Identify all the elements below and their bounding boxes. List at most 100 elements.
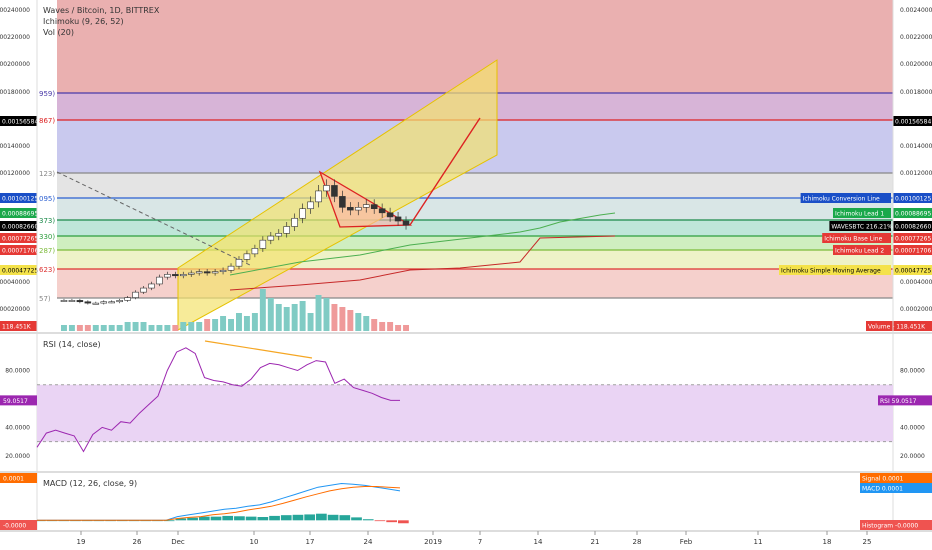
price-tick-right: 0.00120000 (900, 170, 932, 177)
volume-bar (108, 325, 115, 331)
volume-bar (275, 304, 282, 331)
x-tick-label: 7 (478, 538, 482, 546)
volume-bar (84, 325, 91, 331)
volume-bar (148, 325, 155, 331)
candle (339, 196, 346, 208)
macd-histogram-bar (222, 515, 234, 521)
volume-bar (347, 310, 354, 331)
x-tick-label: 14 (534, 538, 543, 546)
fib-label: 867) (39, 117, 55, 125)
x-tick-label: 18 (823, 538, 832, 546)
fib-label: 287) (39, 247, 55, 255)
candle (362, 204, 370, 208)
candle (378, 208, 386, 214)
volume-bar (68, 325, 75, 331)
candle (394, 216, 402, 222)
volume-bar (116, 325, 123, 331)
volume-bar (331, 304, 338, 331)
volume-bar (100, 325, 107, 331)
price-tick-right: 0.00180000 (900, 89, 932, 96)
fib-label: 623) (39, 266, 55, 274)
rsi-title[interactable]: RSI (14, close) (43, 339, 101, 350)
macd-line (37, 482, 401, 521)
macd-title[interactable]: MACD (12, 26, close, 9) (43, 478, 137, 489)
price-tick-left: 0.00220000 (0, 34, 30, 41)
candle (187, 272, 195, 275)
volume-bar (132, 322, 139, 331)
candle (132, 291, 139, 298)
volume-bar (259, 289, 266, 331)
volume-bar (124, 322, 131, 331)
volume-bar (156, 325, 163, 331)
rsi-tick-right: 20.0000 (900, 453, 925, 460)
x-tick-label: Feb (680, 538, 693, 546)
candle (156, 276, 163, 285)
price-tag-right: 0.00156584 (895, 119, 931, 126)
volume-bar (315, 295, 322, 331)
volume-bar (403, 325, 409, 331)
fib-label: 57) (39, 295, 51, 303)
macd-histogram-bar (245, 516, 257, 521)
fib-zone-4 (57, 198, 893, 220)
candle (315, 190, 322, 203)
x-tick-label: 25 (863, 538, 872, 546)
candle (275, 233, 283, 237)
rsi-tick-left: 80.0000 (5, 368, 30, 375)
fib-zone-3 (57, 173, 893, 198)
volume-tag-right: Volume - 118.451K (868, 324, 926, 331)
rsi-tick-right: 80.0000 (900, 368, 925, 375)
volume-bar (228, 319, 234, 331)
ichimoku-label[interactable]: Ichimoku (9, 26, 52) (43, 16, 159, 27)
volume-bar (323, 298, 330, 331)
x-tick-label: 10 (250, 538, 259, 546)
volume-bar (140, 322, 147, 331)
volume-bar (283, 307, 290, 331)
volume-tag-left: 118.451K (2, 324, 32, 331)
candle (331, 185, 338, 197)
volume-bar (204, 319, 211, 331)
macd-histogram-bar (316, 513, 327, 521)
candle (219, 269, 227, 272)
volume-bar (395, 325, 402, 331)
macd-histogram-bar (351, 517, 362, 521)
fib-zone-6 (57, 236, 893, 250)
volume-bar (164, 325, 171, 331)
chart-canvas: 959) 867) 123) 095) 373) 330) 287) 623) 57) 0.002… (0, 0, 932, 546)
rsi-tick-right: 40.0000 (900, 424, 925, 431)
volume-bar (92, 325, 99, 331)
candle (108, 301, 115, 304)
volume-label[interactable]: Vol (20) (43, 27, 159, 38)
x-tick-label: 17 (306, 538, 315, 546)
macd-histogram-bar (234, 516, 245, 521)
price-tag-right: 0.00088695 (895, 211, 931, 218)
candle (164, 274, 171, 278)
candle (243, 253, 251, 260)
candle (116, 300, 123, 303)
candle (370, 204, 378, 210)
macd-tag-right: Signal 0.0001 (862, 476, 904, 483)
macd-histogram-bar (280, 515, 292, 521)
x-tick-label: 2019 (424, 538, 442, 546)
indicator-tag: Ichimoku Lead 1 (835, 211, 884, 218)
macd-histogram-bar (339, 515, 351, 521)
macd-tag-left-top: 0.0001 (3, 476, 24, 483)
candle (355, 207, 362, 211)
macd-tag-right: MACD 0.0001 (862, 486, 903, 493)
price-tick-right: 0.00240000 (900, 7, 932, 14)
volume-bar (371, 319, 378, 331)
macd-tag-right: Histogram -0.0000 (862, 523, 918, 530)
chart-legend: Waves / Bitcoin, 1D, BITTREX Ichimoku (9… (43, 5, 159, 38)
volume-bar (251, 313, 258, 331)
price-tick-left: 0.00140000 (0, 143, 30, 150)
fib-label: 373) (39, 217, 55, 225)
price-tag-right: 0.00077265 (895, 236, 931, 243)
candle (148, 283, 155, 289)
macd-histogram-bar (327, 514, 339, 521)
candle (259, 239, 267, 249)
candle (172, 274, 179, 277)
macd-histogram-bar (257, 517, 269, 521)
price-tag-left: 0.00082660 (2, 224, 38, 231)
price-tick-right: 0.00220000 (900, 34, 932, 41)
macd-histogram-bar (198, 516, 210, 521)
macd-histogram-bar (374, 520, 386, 522)
